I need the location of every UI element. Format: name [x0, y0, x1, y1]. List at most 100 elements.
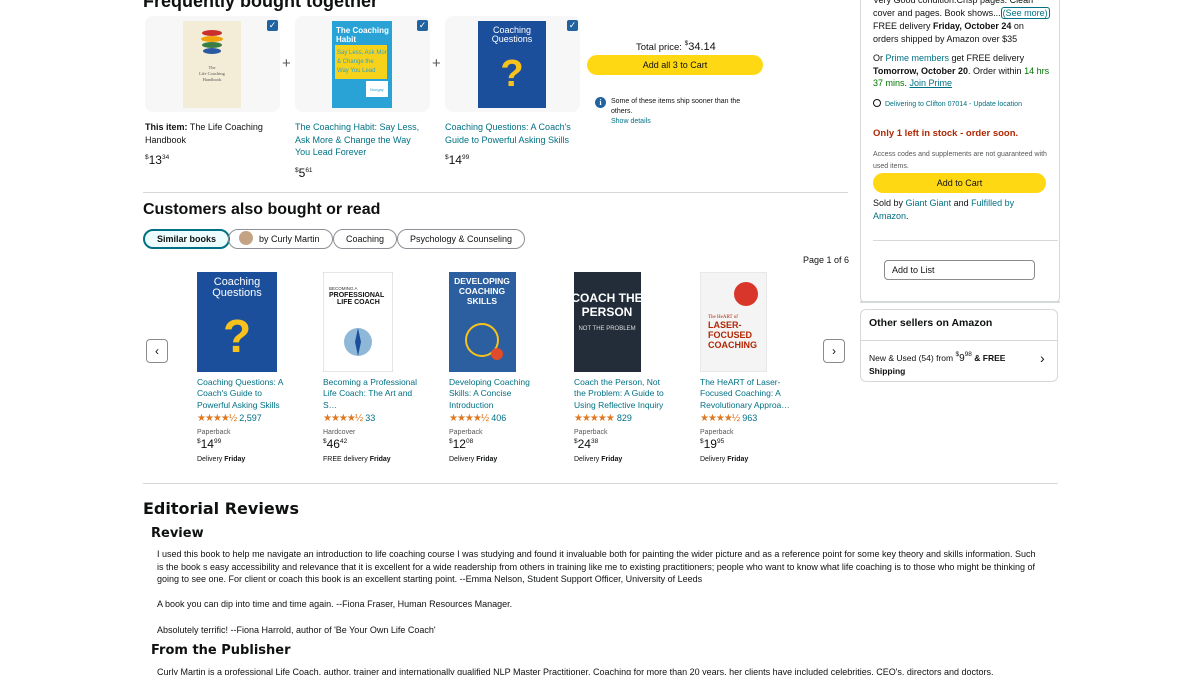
divider: [860, 301, 1060, 303]
book-cover-art: The Life Coaching Handbook: [183, 21, 241, 108]
book-title-link[interactable]: Becoming a Professional Life Coach: The …: [323, 377, 423, 411]
fbt-item-3-price: $1499: [445, 153, 470, 167]
fbt-item-3-image[interactable]: Coaching Questions ?: [445, 16, 580, 112]
rating[interactable]: ★★★★½ 963: [700, 413, 800, 426]
svg-text:& Change the: & Change the: [337, 59, 374, 65]
fbt-item-2-title[interactable]: The Coaching Habit: Say Less, Ask More &…: [295, 121, 425, 159]
join-prime-link[interactable]: Join Prime: [910, 78, 953, 88]
delivery-info: Delivery Friday: [449, 456, 498, 463]
book-title-link[interactable]: Developing Coaching Skills: A Concise In…: [449, 377, 549, 411]
fbt-item-2-checkbox[interactable]: ✓: [417, 20, 428, 31]
book-title-link[interactable]: Coaching Questions: A Coach's Guide to P…: [197, 377, 297, 411]
svg-text:PROFESSIONAL: PROFESSIONAL: [329, 292, 385, 299]
svg-text:The Coaching: The Coaching: [336, 26, 389, 35]
ship-note: Some of these items ship sooner than the…: [611, 97, 761, 127]
plus-icon: +: [432, 55, 441, 72]
page-indicator: Page 1 of 6: [803, 255, 850, 265]
condition-note: Very Good condition.Crisp pages. Clean c…: [873, 0, 1050, 19]
author-avatar: [239, 231, 253, 245]
fbt-item-2-price: $561: [295, 165, 313, 180]
editorial-reviews-heading: Editorial Reviews: [143, 499, 299, 518]
prime-delivery-info: Or Prime members get FREE delivery Tomor…: [873, 53, 1050, 88]
add-all-to-cart-button[interactable]: Add all 3 to Cart: [587, 55, 763, 75]
tab-similar-books[interactable]: Similar books: [143, 229, 231, 249]
customers-heading: Customers also bought or read: [143, 201, 381, 218]
book-format: Paperback: [449, 429, 483, 436]
fbt-item-1-checkbox[interactable]: ✓: [267, 20, 278, 31]
book-cover: Coaching Questions ?: [478, 21, 546, 108]
book-cover[interactable]: BECOMING A PROFESSIONAL LIFE COACH: [323, 272, 393, 372]
add-to-list-button[interactable]: Add to List: [884, 260, 1035, 280]
carousel-next-button[interactable]: ›: [823, 339, 845, 363]
fbt-item-2-image[interactable]: The Coaching Habit Say Less, Ask More & …: [295, 16, 430, 112]
delivery-info: Delivery Friday: [574, 456, 623, 463]
fbt-item-3-title[interactable]: Coaching Questions: A Coach's Guide to P…: [445, 121, 575, 146]
fbt-item-1-price: $1334: [145, 153, 170, 167]
tab-by-author[interactable]: by Curly Martin: [228, 229, 333, 249]
book-price: $1995: [700, 437, 725, 451]
deliver-to[interactable]: Delivering to Clifton 07014 - Update loc…: [873, 99, 1022, 108]
book-format: Paperback: [574, 429, 608, 436]
fbt-item-3-checkbox[interactable]: ✓: [567, 20, 578, 31]
delivery-info: Delivery Friday: [197, 456, 246, 463]
svg-text:?: ?: [500, 53, 523, 95]
prime-members-link[interactable]: Prime members: [886, 53, 950, 63]
location-pin-icon: [873, 99, 881, 107]
book-format: Hardcover: [323, 429, 356, 436]
carousel-item: COACH THE PERSON NOT THE PROBLEM Coach t…: [574, 272, 674, 463]
book-cover[interactable]: DEVELOPING COACHING SKILLS: [449, 272, 516, 372]
review-heading: Review: [151, 526, 204, 541]
add-to-cart-button[interactable]: Add to Cart: [873, 173, 1046, 193]
new-used-offers[interactable]: New & Used (54) from $998 & FREE Shippin…: [869, 348, 1044, 378]
carousel-prev-button[interactable]: ‹: [146, 339, 168, 363]
sold-by: Sold by Giant Giant and Fulfilled by Ama…: [873, 198, 1015, 221]
delivery-info: FREE delivery Friday: [323, 456, 391, 463]
svg-text:?: ?: [223, 310, 251, 362]
svg-text:Say Less, Ask More: Say Less, Ask More: [337, 50, 391, 56]
fbt-total-value: 34.14: [688, 41, 716, 53]
book-cover[interactable]: Coaching Questions ?: [197, 272, 277, 372]
chevron-left-icon: ‹: [155, 344, 159, 358]
access-note: Access codes and supplements are not gua…: [873, 151, 1047, 170]
tab-psychology[interactable]: Psychology & Counseling: [397, 229, 526, 249]
svg-text:FOCUSED: FOCUSED: [708, 330, 753, 340]
svg-text:PERSON: PERSON: [582, 305, 633, 319]
book-cover-art: Coaching Questions ?: [197, 272, 277, 372]
svg-text:Way You Lead: Way You Lead: [337, 68, 375, 74]
divider: [861, 340, 1057, 341]
rating[interactable]: ★★★★½ 406: [449, 413, 549, 426]
carousel-item: The HeART of LASER- FOCUSED COACHING The…: [700, 272, 800, 463]
svg-text:Bungay: Bungay: [370, 87, 384, 92]
fbt-item-2: The Coaching Habit: Say Less, Ask More &…: [295, 121, 425, 179]
book-price: $1499: [197, 437, 222, 451]
stock-status: Only 1 left in stock - order soon.: [873, 128, 1019, 139]
show-details-link[interactable]: Show details: [611, 117, 761, 127]
tab-coaching[interactable]: Coaching: [333, 229, 398, 249]
chevron-right-icon[interactable]: ›: [1040, 350, 1045, 366]
see-more-link[interactable]: (See more): [1000, 6, 1050, 19]
book-title-link[interactable]: The HeART of Laser-Focused Coaching: A R…: [700, 377, 800, 411]
star-rating-icon: ★★★★½: [197, 413, 237, 424]
book-cover-art: The Coaching Habit Say Less, Ask More & …: [332, 21, 392, 108]
divider: [143, 483, 1058, 484]
book-cover-art: DEVELOPING COACHING SKILLS: [449, 272, 516, 372]
svg-text:SKILLS: SKILLS: [467, 296, 498, 306]
delivery-info: Delivery Friday: [700, 456, 749, 463]
rating[interactable]: ★★★★★ 829: [574, 413, 674, 426]
rating[interactable]: ★★★★½ 2,597: [197, 413, 297, 426]
svg-text:Habit: Habit: [336, 35, 356, 44]
carousel-item: DEVELOPING COACHING SKILLS Developing Co…: [449, 272, 549, 463]
rating[interactable]: ★★★★½ 33: [323, 413, 423, 426]
other-sellers-heading: Other sellers on Amazon: [869, 317, 993, 329]
book-cover[interactable]: The HeART of LASER- FOCUSED COACHING: [700, 272, 767, 372]
book-cover-art: COACH THE PERSON NOT THE PROBLEM: [574, 272, 641, 372]
seller-link[interactable]: Giant Giant: [906, 198, 952, 208]
chevron-right-icon: ›: [832, 344, 836, 358]
fbt-item-1: This item: The Life Coaching Handbook $1…: [145, 121, 275, 167]
fbt-item-1-image[interactable]: The Life Coaching Handbook: [145, 16, 280, 112]
book-title-link[interactable]: Coach the Person, Not the Problem: A Gui…: [574, 377, 674, 411]
book-price: $1208: [449, 437, 474, 451]
review-paragraph: I used this book to help me navigate an …: [157, 549, 1036, 585]
info-icon: i: [595, 97, 606, 108]
book-cover[interactable]: COACH THE PERSON NOT THE PROBLEM: [574, 272, 641, 372]
